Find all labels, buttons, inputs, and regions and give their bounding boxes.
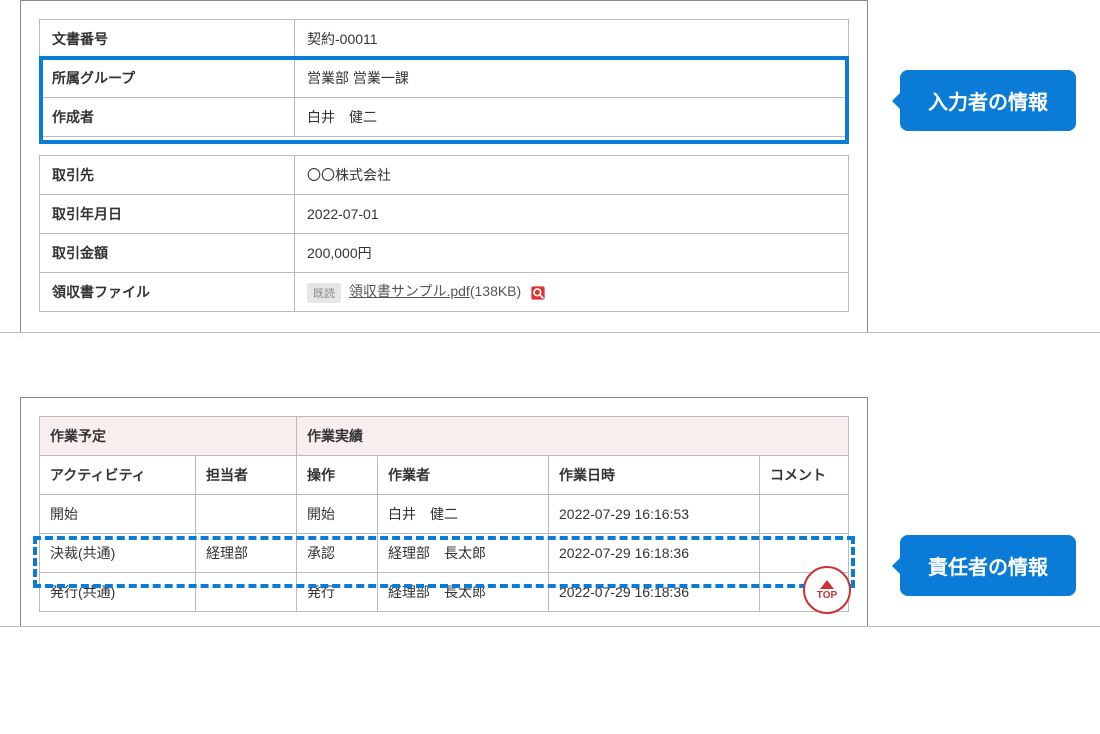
value-partner: 〇〇株式会社 — [295, 156, 849, 195]
scroll-top-button[interactable]: TOP — [803, 566, 851, 614]
col-worker: 作業者 — [378, 456, 549, 495]
activity-section-row: 作業予定 作業実績 — [40, 417, 849, 456]
cell-worker: 経理部 長太郎 — [378, 573, 549, 612]
table-row: 文書番号 契約-00011 — [40, 20, 849, 59]
section-result: 作業実績 — [297, 417, 849, 456]
document-info-table: 文書番号 契約-00011 所属グループ 営業部 営業一課 作成者 白井 健二 — [39, 19, 849, 137]
cell-activity: 発行(共通) — [40, 573, 196, 612]
label-creator: 作成者 — [40, 98, 295, 137]
table-row: 取引先 〇〇株式会社 — [40, 156, 849, 195]
cell-datetime: 2022-07-29 16:16:53 — [549, 495, 760, 534]
cell-op: 開始 — [297, 495, 378, 534]
transaction-info-table: 取引先 〇〇株式会社 取引年月日 2022-07-01 取引金額 200,000… — [39, 155, 849, 312]
top-button-label: TOP — [817, 590, 837, 601]
value-date: 2022-07-01 — [295, 195, 849, 234]
cell-op: 発行 — [297, 573, 378, 612]
table-row: 開始開始白井 健二2022-07-29 16:16:53 — [40, 495, 849, 534]
col-activity: アクティビティ — [40, 456, 196, 495]
value-doc-no: 契約-00011 — [295, 20, 849, 59]
activity-header-row: アクティビティ 担当者 操作 作業者 作業日時 コメント — [40, 456, 849, 495]
value-receipt: 既読 領収書サンプル.pdf(138KB) — [295, 273, 849, 312]
cell-op: 承認 — [297, 534, 378, 573]
table-row: 取引金額 200,000円 — [40, 234, 849, 273]
cell-assignee — [196, 573, 297, 612]
cell-assignee — [196, 495, 297, 534]
cell-datetime: 2022-07-29 16:18:36 — [549, 534, 760, 573]
value-amount: 200,000円 — [295, 234, 849, 273]
table-row: 発行(共通) 発行経理部 長太郎2022-07-29 16:18:36 — [40, 573, 849, 612]
label-partner: 取引先 — [40, 156, 295, 195]
receipt-file-size: (138KB) — [470, 283, 521, 299]
cell-activity: 開始 — [40, 495, 196, 534]
activity-table: 作業予定 作業実績 アクティビティ 担当者 操作 作業者 作業日時 コメント 開… — [39, 416, 849, 612]
table-row: 領収書ファイル 既読 領収書サンプル.pdf(138KB) — [40, 273, 849, 312]
label-receipt: 領収書ファイル — [40, 273, 295, 312]
cell-assignee: 経理部 — [196, 534, 297, 573]
read-badge: 既読 — [307, 283, 341, 303]
magnify-icon[interactable] — [529, 284, 547, 302]
document-panel: 文書番号 契約-00011 所属グループ 営業部 営業一課 作成者 白井 健二 … — [20, 0, 868, 337]
cell-activity: 決裁(共通) — [40, 534, 196, 573]
responsible-callout: 責任者の情報 — [900, 535, 1076, 596]
table-row: 作成者 白井 健二 — [40, 98, 849, 137]
cell-datetime: 2022-07-29 16:18:36 — [549, 573, 760, 612]
cell-comment — [760, 495, 849, 534]
inputter-callout: 入力者の情報 — [900, 70, 1076, 131]
section-plan: 作業予定 — [40, 417, 297, 456]
activity-panel: 作業予定 作業実績 アクティビティ 担当者 操作 作業者 作業日時 コメント 開… — [20, 397, 868, 631]
table-row: 取引年月日 2022-07-01 — [40, 195, 849, 234]
value-group: 営業部 営業一課 — [295, 59, 849, 98]
label-amount: 取引金額 — [40, 234, 295, 273]
table-row: 決裁(共通)経理部承認経理部 長太郎2022-07-29 16:18:36 — [40, 534, 849, 573]
label-doc-no: 文書番号 — [40, 20, 295, 59]
col-comment: コメント — [760, 456, 849, 495]
cell-worker: 経理部 長太郎 — [378, 534, 549, 573]
label-date: 取引年月日 — [40, 195, 295, 234]
chevron-up-icon — [820, 580, 834, 589]
receipt-file-link[interactable]: 領収書サンプル.pdf — [349, 283, 470, 299]
value-creator: 白井 健二 — [295, 98, 849, 137]
cell-worker: 白井 健二 — [378, 495, 549, 534]
label-group: 所属グループ — [40, 59, 295, 98]
table-row: 所属グループ 営業部 営業一課 — [40, 59, 849, 98]
col-assignee: 担当者 — [196, 456, 297, 495]
col-datetime: 作業日時 — [549, 456, 760, 495]
col-op: 操作 — [297, 456, 378, 495]
